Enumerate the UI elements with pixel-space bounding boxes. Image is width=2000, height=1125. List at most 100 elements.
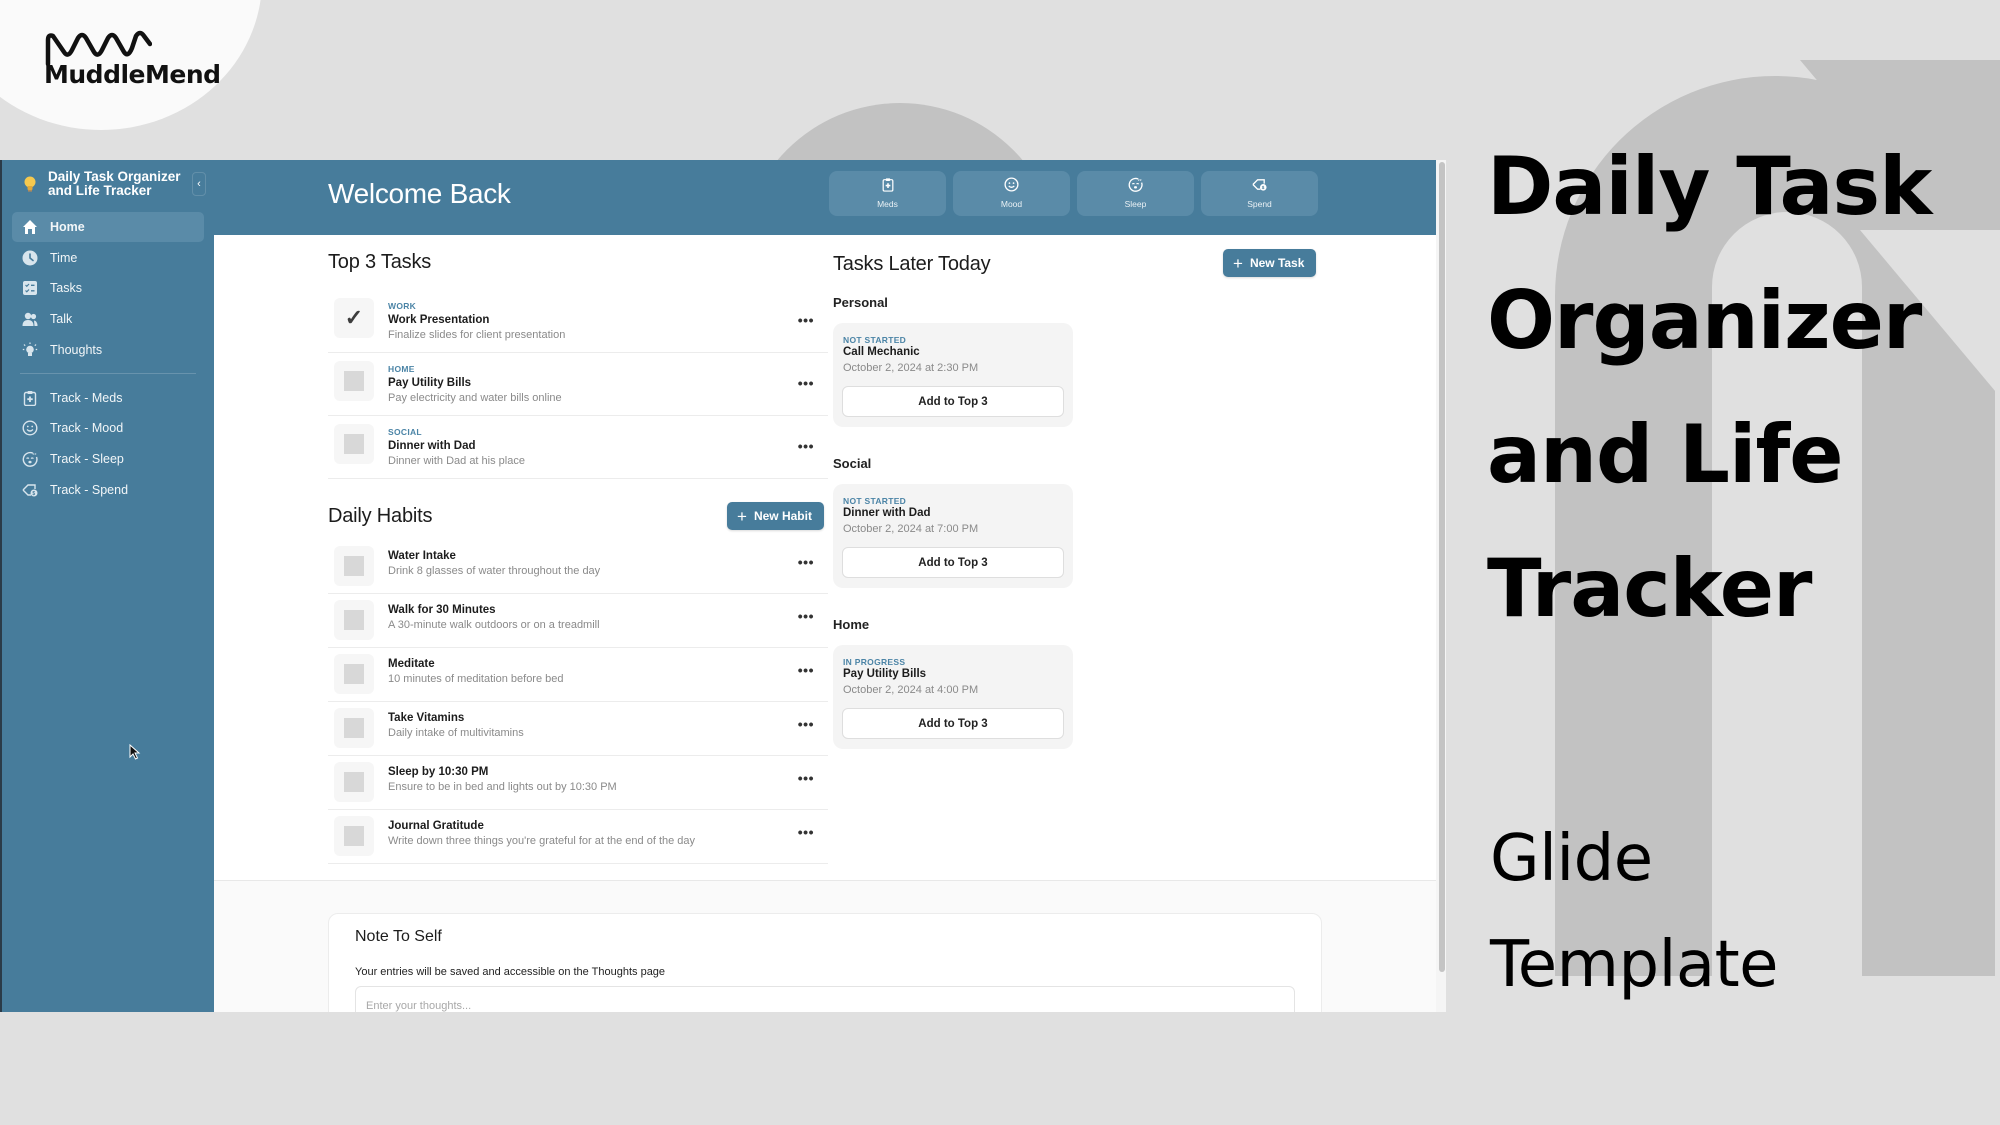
task-checkbox[interactable]: ✓ [334,298,374,338]
sidebar-item-talk[interactable]: Talk [12,304,204,334]
more-options-icon[interactable]: ••• [798,716,814,732]
brand-logo: MuddleMend [44,30,221,89]
task-time: October 2, 2024 at 4:00 PM [843,684,979,696]
later-task-card[interactable]: NOT STARTED Call Mechanic October 2, 202… [833,323,1073,427]
sidebar-item-label: Track - Sleep [50,452,124,467]
habit-text: Walk for 30 Minutes A 30-minute walk out… [388,604,600,631]
plus-icon: + [737,506,747,526]
header-bar: Welcome Back Meds Mood zz Sleep $ Spend [214,160,1436,235]
task-category: SOCIAL [388,427,422,437]
more-options-icon[interactable]: ••• [798,312,814,328]
logo-text: MuddleMend [44,60,221,89]
quick-action-label: Meds [877,199,898,209]
sidebar: Daily Task Organizer and Life Tracker ‹ … [2,160,214,1012]
task-title: Call Mechanic [843,346,920,358]
habit-checkbox[interactable] [334,762,374,802]
habits-list: Water Intake Drink 8 glasses of water th… [328,540,828,864]
sidebar-item-label: Track - Mood [50,421,124,436]
habit-text: Sleep by 10:30 PM Ensure to be in bed an… [388,766,617,793]
sidebar-app-title: Daily Task Organizer and Life Tracker [48,169,181,198]
more-options-icon[interactable]: ••• [798,662,814,678]
more-options-icon[interactable]: ••• [798,824,814,840]
task-status: IN PROGRESS [843,657,906,667]
sidebar-item-tasks[interactable]: Tasks [12,273,204,303]
new-habit-label: New Habit [753,509,812,523]
habit-row[interactable]: Sleep by 10:30 PM Ensure to be in bed an… [328,756,828,810]
habit-checkbox[interactable] [334,816,374,856]
sidebar-item-label: Track - Meds [50,390,123,405]
scrollbar-thumb[interactable] [1439,162,1445,972]
quick-action-meds[interactable]: Meds [829,171,946,216]
more-options-icon[interactable]: ••• [798,554,814,570]
main-area: Welcome Back Meds Mood zz Sleep $ Spend … [214,160,1436,1012]
habit-title: Meditate [388,658,435,670]
later-task-card[interactable]: IN PROGRESS Pay Utility Bills October 2,… [833,645,1073,749]
add-to-top3-button[interactable]: Add to Top 3 [842,547,1064,578]
sidebar-header: Daily Task Organizer and Life Tracker ‹ [2,160,214,210]
more-options-icon[interactable]: ••• [798,608,814,624]
quick-action-sleep[interactable]: zz Sleep [1077,171,1194,216]
unchecked-box-icon [344,610,364,630]
later-task-card[interactable]: NOT STARTED Dinner with Dad October 2, 2… [833,484,1073,588]
habit-description: Ensure to be in bed and lights out by 10… [388,781,617,793]
habit-row[interactable]: Take Vitamins Daily intake of multivitam… [328,702,828,756]
sleep-face-icon: zz [22,451,38,467]
collapse-sidebar-button[interactable]: ‹ [192,172,206,196]
checklist-icon [22,280,38,296]
sidebar-item-track-spend[interactable]: $ Track - Spend [12,475,204,505]
svg-text:$: $ [32,491,35,497]
more-options-icon[interactable]: ••• [798,438,814,454]
habit-description: A 30-minute walk outdoors or on a treadm… [388,619,600,631]
home-content: Top 3 Tasks ✓ WORK Work Presentation Fin… [214,235,1436,880]
habit-checkbox[interactable] [334,708,374,748]
habit-checkbox[interactable] [334,654,374,694]
habit-title: Take Vitamins [388,712,465,724]
new-habit-button[interactable]: + New Habit [727,502,824,530]
task-checkbox[interactable] [334,424,374,464]
thoughts-input[interactable] [355,986,1295,1012]
users-icon [22,311,38,327]
task-category: HOME [388,364,415,374]
new-task-label: New Task [1249,256,1305,270]
add-to-top3-button[interactable]: Add to Top 3 [842,386,1064,417]
task-status: NOT STARTED [843,335,907,345]
quick-action-label: Mood [1000,199,1023,209]
task-title: Pay Utility Bills [388,377,472,389]
habit-row[interactable]: Journal Gratitude Write down three thing… [328,810,828,864]
clipboard-plus-icon [882,178,893,192]
main-scrollbar[interactable] [1436,160,1446,1012]
sidebar-item-track-mood[interactable]: Track - Mood [12,413,204,443]
quick-action-mood[interactable]: Mood [953,171,1070,216]
sidebar-item-track-meds[interactable]: Track - Meds [12,383,204,413]
sidebar-item-label: Home [50,220,85,234]
habit-row[interactable]: Walk for 30 Minutes A 30-minute walk out… [328,594,828,648]
habit-checkbox[interactable] [334,600,374,640]
habit-row[interactable]: Meditate 10 minutes of meditation before… [328,648,828,702]
top-task-row[interactable]: SOCIAL Dinner with Dad Dinner with Dad a… [328,416,828,479]
daily-habits-heading: Daily Habits [328,505,433,527]
smile-icon [22,420,38,436]
top-task-row[interactable]: ✓ WORK Work Presentation Finalize slides… [328,290,828,353]
habit-checkbox[interactable] [334,546,374,586]
habit-text: Meditate 10 minutes of meditation before… [388,658,564,685]
habit-row[interactable]: Water Intake Drink 8 glasses of water th… [328,540,828,594]
top-task-row[interactable]: HOME Pay Utility Bills Pay electricity a… [328,353,828,416]
sidebar-item-thoughts[interactable]: Thoughts [12,335,204,365]
unchecked-box-icon [344,556,364,576]
top-tasks-list: ✓ WORK Work Presentation Finalize slides… [328,290,828,479]
more-options-icon[interactable]: ••• [798,770,814,786]
sidebar-item-track-sleep[interactable]: zz Track - Sleep [12,444,204,474]
habit-text: Take Vitamins Daily intake of multivitam… [388,712,524,739]
more-options-icon[interactable]: ••• [798,375,814,391]
promo-title-line: Organizer [1487,274,1922,367]
task-title: Dinner with Dad [843,507,931,519]
unchecked-box-icon [344,664,364,684]
new-task-button[interactable]: + New Task [1223,249,1317,277]
sidebar-item-time[interactable]: Time [12,243,204,273]
sidebar-item-home[interactable]: Home [12,212,204,242]
clipboard-plus-icon [22,390,38,406]
price-tag-icon: $ [1252,179,1267,191]
task-checkbox[interactable] [334,361,374,401]
quick-action-spend[interactable]: $ Spend [1201,171,1318,216]
add-to-top3-button[interactable]: Add to Top 3 [842,708,1064,739]
